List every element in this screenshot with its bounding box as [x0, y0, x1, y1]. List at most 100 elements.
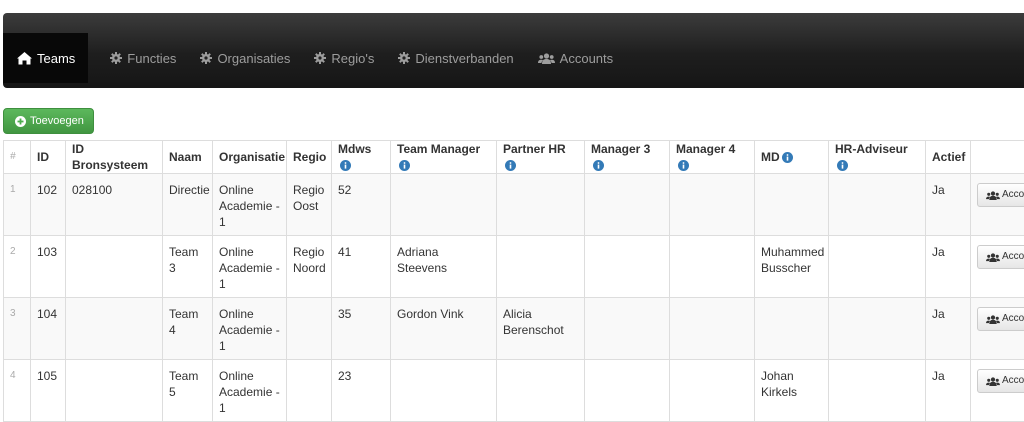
nav-item-label: Teams	[37, 51, 75, 66]
column-header-with-info[interactable]: HR-Adviseur	[829, 141, 926, 174]
home-icon	[17, 52, 32, 65]
cell-actief: Ja	[926, 360, 971, 422]
cell-id-bronsysteem	[66, 298, 163, 360]
column-header[interactable]: Regio	[287, 141, 332, 174]
cell-actions: Accounts	[971, 174, 1024, 236]
accounts-button[interactable]: Accounts	[977, 183, 1024, 207]
cell-naam: Team 5	[163, 360, 213, 422]
cell-naam: Team 3	[163, 236, 213, 298]
column-header-label: HR-Adviseur	[835, 142, 908, 156]
column-header[interactable]: ID Bronsysteem	[66, 141, 163, 174]
nav-item-label: Organisaties	[217, 51, 290, 66]
accounts-button-label: Accounts	[1002, 249, 1024, 265]
row-number: 3	[4, 298, 31, 360]
column-header-label: Manager 3	[591, 142, 650, 156]
users-icon	[986, 315, 1000, 324]
cell-md: Johan Kirkels	[755, 360, 829, 422]
cell-hr-adviseur	[829, 174, 926, 236]
column-header-label: Mdws	[338, 142, 371, 156]
nav-item-teams[interactable]: Teams	[3, 33, 88, 83]
cell-manager-4	[670, 298, 755, 360]
cell-mdws: 41	[332, 236, 391, 298]
info-icon[interactable]	[678, 160, 689, 171]
column-header[interactable]: ID	[31, 141, 66, 174]
column-header-with-info[interactable]: Manager 4	[670, 141, 755, 174]
users-icon	[986, 253, 1000, 262]
cell-actions: Accounts	[971, 298, 1024, 360]
cell-regio	[287, 360, 332, 422]
table-header-row: # ID ID Bronsysteem Naam Organisatie Reg…	[4, 141, 1024, 174]
accounts-button[interactable]: Accounts	[977, 245, 1024, 269]
row-number: 1	[4, 174, 31, 236]
cell-organisatie: Online Academie - 1	[213, 360, 287, 422]
column-header-with-info[interactable]: Manager 3	[585, 141, 670, 174]
cell-md: Muhammed Busscher	[755, 236, 829, 298]
nav-item-regios[interactable]: Regio's	[302, 33, 386, 83]
column-header-with-info[interactable]: Team Manager	[391, 141, 497, 174]
accounts-button[interactable]: Accounts	[977, 369, 1024, 393]
cell-team-manager: Gordon Vink	[391, 298, 497, 360]
cell-id: 102	[31, 174, 66, 236]
users-icon	[986, 191, 1000, 200]
gear-icon	[200, 52, 212, 64]
accounts-button[interactable]: Accounts	[977, 307, 1024, 331]
info-icon[interactable]	[837, 160, 848, 171]
cell-actions: Accounts	[971, 360, 1024, 422]
cell-actief: Ja	[926, 298, 971, 360]
cell-id: 105	[31, 360, 66, 422]
cell-manager-4	[670, 236, 755, 298]
cell-hr-adviseur	[829, 360, 926, 422]
plus-circle-icon	[15, 116, 26, 127]
cell-manager-3	[585, 298, 670, 360]
cell-actief: Ja	[926, 174, 971, 236]
cell-manager-3	[585, 174, 670, 236]
column-header[interactable]: Actief	[926, 141, 971, 174]
column-header[interactable]: Organisatie	[213, 141, 287, 174]
nav-item-dienstverbanden[interactable]: Dienstverbanden	[386, 33, 525, 83]
info-icon[interactable]	[399, 160, 410, 171]
cell-manager-3	[585, 360, 670, 422]
cell-organisatie: Online Academie - 1	[213, 236, 287, 298]
cell-id-bronsysteem	[66, 236, 163, 298]
nav-menu: Teams Functies Organisaties Regio's Dien…	[3, 33, 625, 83]
cell-team-manager	[391, 174, 497, 236]
row-number: 4	[4, 360, 31, 422]
info-icon[interactable]	[782, 152, 793, 163]
gear-icon	[314, 52, 326, 64]
table-row[interactable]: 4 105 Team 5 Online Academie - 1 23 Joha…	[4, 360, 1024, 422]
table-row[interactable]: 3 104 Team 4 Online Academie - 1 35 Gord…	[4, 298, 1024, 360]
nav-item-accounts[interactable]: Accounts	[526, 33, 625, 83]
row-number: 2	[4, 236, 31, 298]
users-icon	[538, 53, 555, 64]
cell-id-bronsysteem: 028100	[66, 174, 163, 236]
info-icon[interactable]	[593, 160, 604, 171]
column-header[interactable]: #	[4, 141, 31, 174]
cell-manager-3	[585, 236, 670, 298]
table-row[interactable]: 1 102 028100 Directie Online Academie - …	[4, 174, 1024, 236]
cell-manager-4	[670, 360, 755, 422]
column-header	[971, 141, 1024, 174]
info-icon[interactable]	[505, 160, 516, 171]
column-header-with-info[interactable]: Mdws	[332, 141, 391, 174]
add-button[interactable]: Toevoegen	[3, 108, 94, 134]
accounts-button-label: Accounts	[1002, 311, 1024, 327]
table-row[interactable]: 2 103 Team 3 Online Academie - 1 Regio N…	[4, 236, 1024, 298]
nav-item-functies[interactable]: Functies	[98, 33, 188, 83]
cell-partner-hr	[497, 360, 585, 422]
cell-md	[755, 298, 829, 360]
cell-hr-adviseur	[829, 236, 926, 298]
cell-organisatie: Online Academie - 1	[213, 298, 287, 360]
nav-item-label: Regio's	[331, 51, 374, 66]
nav-item-organisaties[interactable]: Organisaties	[188, 33, 302, 83]
cell-partner-hr	[497, 236, 585, 298]
column-header-with-info[interactable]: Partner HR	[497, 141, 585, 174]
column-header-label: Manager 4	[676, 142, 735, 156]
cell-team-manager: Adriana Steevens	[391, 236, 497, 298]
cell-partner-hr: Alicia Berenschot	[497, 298, 585, 360]
info-icon[interactable]	[340, 160, 351, 171]
cell-partner-hr	[497, 174, 585, 236]
column-header-with-info[interactable]: MD	[755, 141, 829, 174]
cell-hr-adviseur	[829, 298, 926, 360]
column-header[interactable]: Naam	[163, 141, 213, 174]
cell-organisatie: Online Academie - 1	[213, 174, 287, 236]
